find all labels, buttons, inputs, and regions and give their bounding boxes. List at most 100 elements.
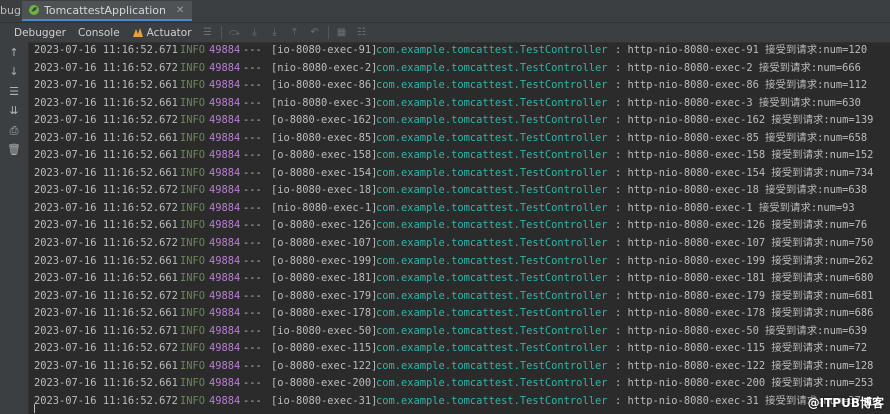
log-thread: [o-8080-exec-181] [271, 272, 378, 285]
log-thread: [io-8080-exec-85] [271, 131, 378, 144]
log-level: INFO [180, 114, 206, 127]
log-pid: 49884 [209, 201, 241, 214]
down-arrow-icon[interactable]: ↓ [7, 65, 21, 78]
trash-icon[interactable]: 🗑 [7, 143, 21, 156]
tab-debugger[interactable]: Debugger [0, 27, 72, 39]
log-timestamp: 2023-07-16 11:16:52.661 [34, 96, 178, 109]
log-line: 2023-07-16 11:16:52.671 INFO 49884 --- [io-8… [34, 323, 890, 341]
log-thread: [o-8080-exec-162] [271, 114, 378, 127]
tab-actuator[interactable]: Actuator [126, 27, 198, 39]
log-separator: --- [243, 324, 262, 337]
debug-title-bar: bug: TomcattestApplication ✕ [0, 0, 890, 23]
log-timestamp: 2023-07-16 11:16:52.672 [34, 342, 178, 355]
log-thread: [io-8080-exec-91] [271, 44, 378, 56]
log-message: : http-nio-8080-exec-162 接受到请求:num=139 [615, 114, 874, 127]
log-pid: 49884 [209, 254, 241, 267]
log-logger: com.example.tomcattest.TestController [376, 359, 608, 372]
tab-console[interactable]: Console [72, 27, 126, 39]
log-timestamp: 2023-07-16 11:16:52.661 [34, 131, 178, 144]
log-separator: --- [243, 114, 262, 127]
log-logger: com.example.tomcattest.TestController [376, 272, 608, 285]
log-thread: [o-8080-exec-122] [271, 359, 378, 372]
log-thread: [o-8080-exec-179] [271, 289, 378, 302]
force-step-into-icon[interactable]: ⤓ [265, 27, 285, 38]
log-thread: [o-8080-exec-126] [271, 219, 378, 232]
log-line: 2023-07-16 11:16:52.672 INFO 49884 --- [o-80… [34, 288, 890, 306]
log-timestamp: 2023-07-16 11:16:52.661 [34, 254, 178, 267]
print-icon[interactable]: ⎙ [7, 124, 21, 138]
log-line: 2023-07-16 11:16:52.661 INFO 49884 --- [nio-… [34, 95, 890, 113]
console-output[interactable]: 2023-07-16 11:16:52.671 INFO 49884 --- [io-8… [34, 42, 890, 414]
log-separator: --- [243, 377, 262, 390]
log-separator: --- [243, 61, 262, 74]
log-line: 2023-07-16 11:16:52.672 INFO 49884 --- [io-8… [34, 182, 890, 200]
log-logger: com.example.tomcattest.TestController [376, 237, 608, 250]
actuator-icon [132, 28, 143, 37]
log-timestamp: 2023-07-16 11:16:52.672 [34, 201, 178, 214]
step-into-icon[interactable]: ⤓ [245, 27, 265, 38]
log-level: INFO [180, 289, 206, 302]
log-pid: 49884 [209, 44, 241, 56]
log-separator: --- [243, 289, 262, 302]
soft-wrap-icon[interactable]: ☰ [7, 85, 21, 98]
log-level: INFO [180, 342, 206, 355]
log-message: : http-nio-8080-exec-122 接受到请求:num=128 [615, 359, 874, 372]
log-level: INFO [180, 149, 206, 162]
log-separator: --- [243, 359, 262, 372]
log-level: INFO [180, 201, 206, 214]
layout-icon[interactable]: ☰ [198, 27, 218, 38]
log-line: 2023-07-16 11:16:52.672 INFO 49884 --- [o-80… [34, 235, 890, 253]
log-timestamp: 2023-07-16 11:16:52.672 [34, 61, 178, 74]
log-level: INFO [180, 394, 206, 407]
log-separator: --- [243, 307, 262, 320]
log-line: 2023-07-16 11:16:52.661 INFO 49884 --- [o-80… [34, 305, 890, 323]
close-icon[interactable]: ✕ [176, 5, 184, 16]
log-level: INFO [180, 61, 206, 74]
log-thread: [io-8080-exec-86] [271, 79, 378, 92]
step-out-icon[interactable]: ⤒ [285, 27, 305, 38]
run-config-tab[interactable]: TomcattestApplication ✕ [22, 1, 193, 21]
toolbar-divider [220, 26, 222, 39]
log-separator: --- [243, 342, 262, 355]
step-over-icon[interactable]: ⤼ [225, 27, 245, 38]
log-separator: --- [243, 219, 262, 232]
log-pid: 49884 [209, 237, 241, 250]
up-arrow-icon[interactable]: ↑ [7, 46, 21, 59]
log-level: INFO [180, 166, 206, 179]
log-pid: 49884 [209, 79, 241, 92]
log-thread: [o-8080-exec-154] [271, 166, 378, 179]
log-message: : http-nio-8080-exec-126 接受到请求:num=76 [615, 219, 868, 232]
log-pid: 49884 [209, 184, 241, 197]
log-message: : http-nio-8080-exec-85 接受到请求:num=658 [615, 131, 868, 144]
log-logger: com.example.tomcattest.TestController [376, 377, 608, 390]
log-line: 2023-07-16 11:16:52.671 INFO 49884 --- [io-8… [34, 42, 890, 60]
scroll-to-end-icon[interactable]: ⇊ [7, 104, 21, 117]
log-message: : http-nio-8080-exec-178 接受到请求:num=686 [615, 307, 874, 320]
log-logger: com.example.tomcattest.TestController [376, 201, 608, 214]
log-timestamp: 2023-07-16 11:16:52.661 [34, 166, 178, 179]
log-thread: [nio-8080-exec-2] [271, 61, 378, 74]
log-timestamp: 2023-07-16 11:16:52.661 [34, 219, 178, 232]
log-message: : http-nio-8080-exec-3 接受到请求:num=630 [615, 96, 861, 109]
drop-frame-icon[interactable]: ↶ [305, 27, 325, 38]
log-timestamp: 2023-07-16 11:16:52.672 [34, 394, 178, 407]
text-caret [34, 404, 35, 413]
trace-icon[interactable]: ☷ [352, 27, 372, 38]
log-message: : http-nio-8080-exec-1 接受到请求:num=93 [615, 201, 855, 214]
log-message: : http-nio-8080-exec-115 接受到请求:num=72 [615, 342, 868, 355]
log-logger: com.example.tomcattest.TestController [376, 96, 608, 109]
log-pid: 49884 [209, 96, 241, 109]
tab-actuator-label: Actuator [146, 26, 192, 39]
log-line: 2023-07-16 11:16:52.661 INFO 49884 --- [o-80… [34, 165, 890, 183]
log-logger: com.example.tomcattest.TestController [376, 114, 608, 127]
log-thread: [o-8080-exec-199] [271, 254, 378, 267]
log-logger: com.example.tomcattest.TestController [376, 324, 608, 337]
log-timestamp: 2023-07-16 11:16:52.672 [34, 184, 178, 197]
log-logger: com.example.tomcattest.TestController [376, 254, 608, 267]
log-logger: com.example.tomcattest.TestController [376, 131, 608, 144]
log-logger: com.example.tomcattest.TestController [376, 184, 608, 197]
log-level: INFO [180, 272, 206, 285]
evaluate-icon[interactable]: ▦ [332, 27, 352, 38]
log-thread: [o-8080-exec-158] [271, 149, 378, 162]
log-line: 2023-07-16 11:16:52.661 INFO 49884 --- [o-80… [34, 217, 890, 235]
